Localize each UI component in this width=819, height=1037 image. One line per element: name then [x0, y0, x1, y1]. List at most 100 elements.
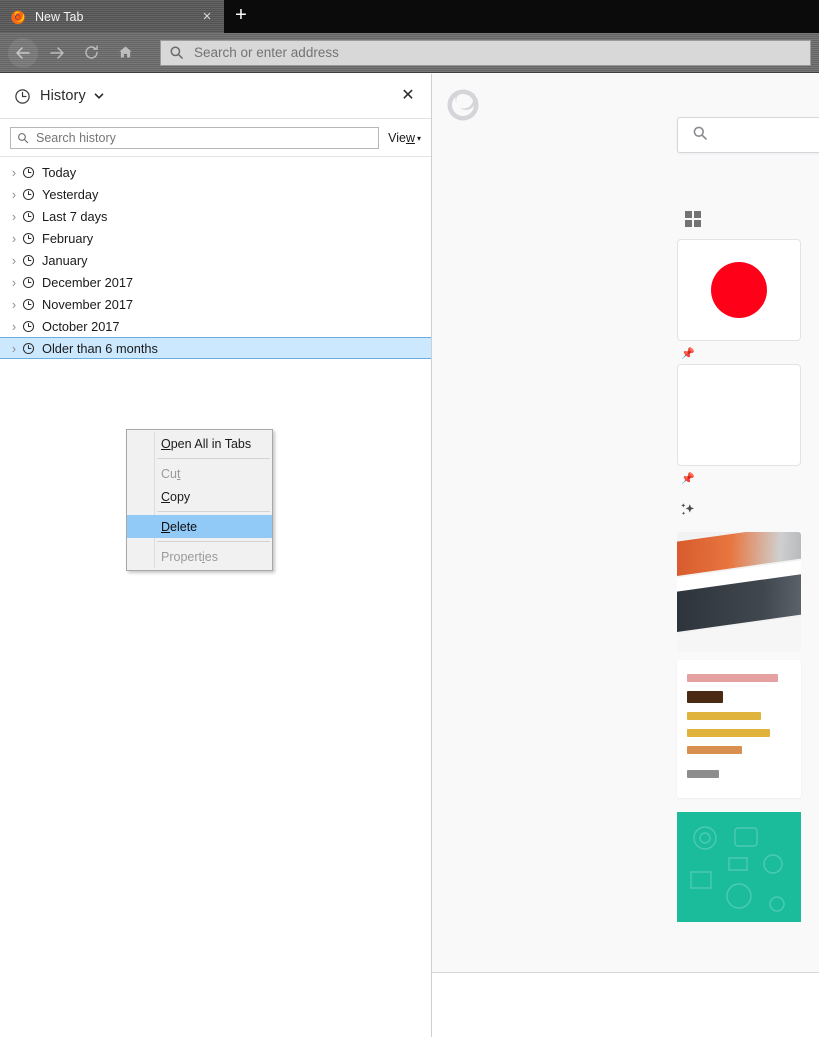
address-bar[interactable] — [160, 39, 811, 66]
clock-icon — [22, 342, 36, 355]
clock-icon — [22, 166, 36, 179]
top-site-tile[interactable] — [677, 239, 801, 341]
chevron-right-icon[interactable]: › — [6, 165, 22, 180]
history-tree-row[interactable]: › January — [0, 249, 431, 271]
address-bar-input[interactable] — [194, 45, 802, 60]
text-line — [687, 691, 724, 703]
text-line — [687, 770, 719, 778]
menu-item-accesskey: D — [161, 519, 171, 534]
grid-cell — [685, 220, 692, 227]
history-tree: › Today › Yesterday › Last 7 days › February › Ja… — [0, 157, 431, 1037]
tab-title: New Tab — [35, 9, 84, 24]
top-sites-grid-icon — [685, 211, 701, 227]
firefox-logo-icon — [10, 9, 26, 25]
history-tree-row[interactable]: › December 2017 — [0, 271, 431, 293]
site-thumbnail — [711, 262, 767, 318]
top-site-tile[interactable] — [677, 364, 801, 466]
history-tree-row-label: January — [42, 252, 88, 268]
history-tree-row-label: December 2017 — [42, 274, 134, 290]
menu-separator — [157, 541, 270, 542]
menu-item-label-pre: Propert — [161, 549, 202, 564]
content-area: History ✕ View▾ ›Today›Ye — [0, 74, 819, 1037]
clock-icon — [22, 232, 36, 245]
history-tree-row-label: February — [42, 230, 94, 246]
new-tab-page: 📌 📌 — [432, 74, 819, 973]
history-tree-row[interactable]: › Last 7 days — [0, 205, 431, 227]
history-tree-row[interactable]: › February — [0, 227, 431, 249]
clock-icon — [22, 298, 36, 311]
reload-icon — [83, 44, 100, 61]
chevron-right-icon[interactable]: › — [6, 297, 22, 312]
history-tree-row-label: Today — [42, 164, 77, 180]
search-icon — [692, 125, 708, 146]
text-line — [687, 674, 779, 682]
new-tab-search-box[interactable] — [677, 117, 819, 153]
teal-card-pattern — [690, 826, 785, 912]
context-menu-item: Cu t — [127, 462, 272, 485]
new-tab-right-column: 📌 📌 — [667, 74, 819, 922]
history-tree-row[interactable]: › Today — [0, 161, 431, 183]
history-tree-row-label: November 2017 — [42, 296, 134, 312]
search-history-box[interactable] — [10, 126, 380, 149]
view-menu-label-prefix: Vie — [388, 130, 406, 145]
context-menu-item: Propert i es — [127, 545, 272, 568]
view-menu-button[interactable]: Vie w ▾ — [388, 131, 421, 145]
sidebar-search-row: View▾ — [0, 119, 431, 157]
clock-icon — [22, 276, 36, 289]
chevron-right-icon[interactable]: › — [6, 231, 22, 246]
sidebar-header: History ✕ — [0, 74, 431, 119]
context-menu-item[interactable]: Copy — [127, 485, 272, 508]
menu-item-label-pre: Cu — [161, 466, 177, 481]
chevron-right-icon[interactable]: › — [6, 209, 22, 224]
menu-item-label-post: opy — [170, 489, 191, 504]
forward-button[interactable] — [42, 38, 72, 68]
arrow-right-icon — [48, 44, 66, 62]
grid-cell — [685, 211, 692, 218]
history-tree-row-label: Older than 6 months — [42, 340, 158, 356]
menu-item-accesskey: C — [161, 489, 171, 504]
chevron-right-icon[interactable]: › — [6, 253, 22, 268]
clock-icon — [22, 188, 36, 201]
home-button[interactable] — [110, 38, 140, 68]
new-tab-button[interactable]: + — [224, 0, 258, 33]
highlight-teal-card[interactable] — [677, 812, 801, 922]
history-tree-row[interactable]: › Yesterday — [0, 183, 431, 205]
text-line — [687, 746, 743, 754]
view-menu-accesskey: w — [405, 130, 415, 145]
firefox-logo-watermark-icon — [444, 86, 482, 124]
page-bottom-blank — [433, 973, 819, 1037]
context-menu-item[interactable]: Delete — [127, 515, 272, 538]
history-tree-row[interactable]: › November 2017 — [0, 293, 431, 315]
highlight-photo-card[interactable] — [677, 532, 801, 652]
menu-separator — [157, 458, 270, 459]
context-menu-item[interactable]: Open All in Tabs — [127, 432, 272, 455]
highlight-text-card[interactable] — [677, 660, 801, 798]
reload-button[interactable] — [76, 38, 106, 68]
browser-tab[interactable]: New Tab × — [0, 0, 224, 33]
navigation-toolbar — [0, 33, 819, 73]
close-sidebar-button[interactable]: ✕ — [395, 83, 421, 109]
chevron-right-icon[interactable]: › — [6, 341, 22, 356]
text-line — [687, 712, 762, 720]
caret-down-icon: ▾ — [416, 133, 421, 143]
back-button[interactable] — [8, 37, 38, 68]
history-tree-row[interactable]: › Older than 6 months — [0, 337, 431, 359]
history-tree-row[interactable]: › October 2017 — [0, 315, 431, 337]
arrow-left-icon — [14, 44, 32, 62]
chevron-right-icon[interactable]: › — [6, 319, 22, 334]
history-tree-row-label: October 2017 — [42, 318, 120, 334]
close-icon[interactable]: × — [196, 6, 218, 28]
history-sidebar: History ✕ View▾ ›Today›Ye — [0, 74, 432, 1037]
chevron-right-icon[interactable]: › — [6, 275, 22, 290]
clock-icon — [22, 210, 36, 223]
menu-item-label-post: pen All in Tabs — [170, 436, 252, 451]
chevron-right-icon[interactable]: › — [6, 187, 22, 202]
menu-separator — [157, 511, 270, 512]
chevron-down-icon[interactable] — [93, 90, 105, 102]
search-history-input[interactable] — [36, 130, 373, 145]
clock-icon — [22, 320, 36, 333]
grid-cell — [694, 211, 701, 218]
pin-icon: 📌 — [681, 348, 695, 360]
search-icon — [17, 132, 30, 144]
clock-icon — [14, 88, 32, 105]
